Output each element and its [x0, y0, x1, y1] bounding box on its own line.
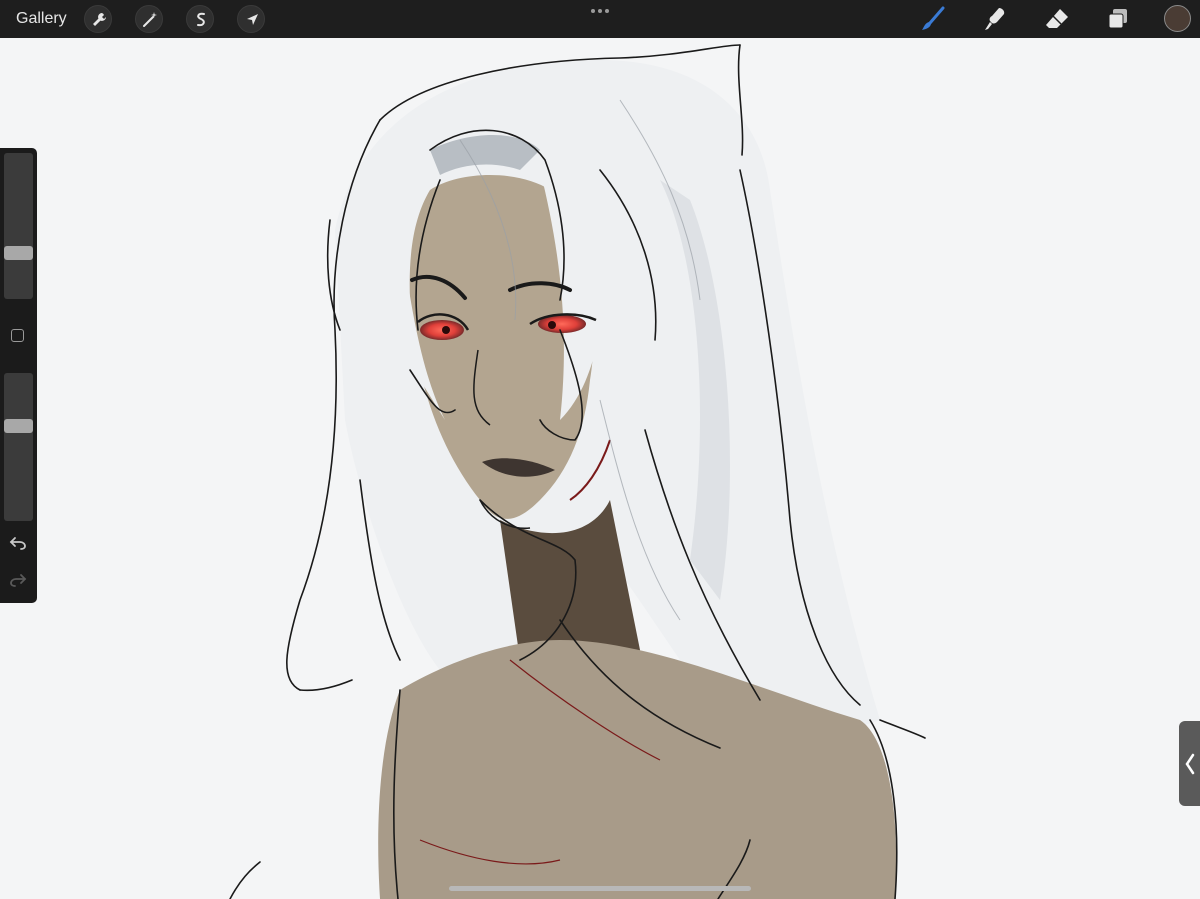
drawing-canvas[interactable] [0, 38, 1200, 899]
modify-button[interactable] [11, 329, 24, 342]
eraser-icon[interactable] [1043, 5, 1071, 33]
transform-arrow-icon [247, 14, 258, 25]
reference-panel-tab[interactable] [1179, 721, 1200, 806]
left-sidebar [0, 148, 37, 603]
ellipsis-icon[interactable] [590, 6, 610, 16]
brush-size-slider[interactable] [4, 153, 33, 299]
selection-icon [197, 12, 205, 27]
undo-icon[interactable] [9, 535, 27, 551]
brush-icon[interactable] [919, 5, 947, 33]
wrench-icon [93, 13, 106, 26]
adjustments-button[interactable] [135, 5, 163, 33]
layers-icon[interactable] [1104, 5, 1132, 33]
smudge-icon[interactable] [981, 5, 1009, 33]
top-toolbar: Gallery [0, 0, 1200, 38]
brush-size-thumb[interactable] [4, 246, 33, 260]
selection-button[interactable] [186, 5, 214, 33]
transform-button[interactable] [237, 5, 265, 33]
chevron-left-icon [1185, 753, 1195, 775]
gallery-button[interactable]: Gallery [16, 10, 67, 28]
redo-icon[interactable] [9, 572, 27, 588]
actions-button[interactable] [84, 5, 112, 33]
opacity-slider[interactable] [4, 373, 33, 521]
color-swatch[interactable] [1164, 5, 1191, 32]
magic-wand-icon [143, 12, 157, 27]
home-indicator[interactable] [449, 886, 751, 891]
opacity-thumb[interactable] [4, 419, 33, 433]
